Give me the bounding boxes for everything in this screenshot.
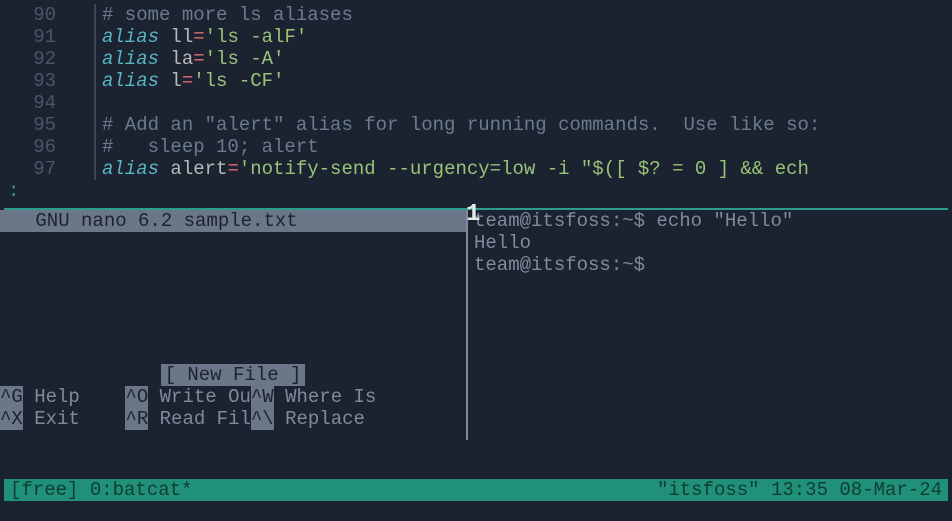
shell-pane[interactable]: 1 team@itsfoss:~$ echo "Hello" Hello tea… [468,210,952,440]
code-line: 90# some more ls aliases [0,4,952,26]
code-line: 96# sleep 10; alert [0,136,952,158]
code-line: 91alias ll='ls -alF' [0,26,952,48]
code-line: 97alias alert='notify-send --urgency=low… [0,158,952,180]
status-left: [free] 0:batcat* [10,479,192,501]
nano-edit-area[interactable] [0,232,466,364]
code-line: 94 [0,92,952,114]
nano-help-row-2: ^X Exit ^R Read Fil^\ Replace [0,408,466,430]
shell-line: team@itsfoss:~$ echo "Hello" [474,210,952,232]
editor-command-prompt[interactable]: : [0,180,952,202]
nano-help-row-1: ^G Help ^O Write Ou^W Where Is [0,386,466,408]
nano-newfile-indicator: [ New File ] [0,364,466,386]
shell-line: Hello [474,232,952,254]
code-line: 93alias l='ls -CF' [0,70,952,92]
code-line: 92alias la='ls -A' [0,48,952,70]
editor-pane[interactable]: 90# some more ls aliases91alias ll='ls -… [0,0,952,202]
code-line: 95# Add an "alert" alias for long runnin… [0,114,952,136]
shell-prompt[interactable]: team@itsfoss:~$ [474,254,952,276]
nano-pane[interactable]: GNU nano 6.2 sample.txt [ New File ] ^G … [0,210,466,440]
pane-number-indicator: 1 [466,204,480,226]
tmux-status-bar[interactable]: [free] 0:batcat* "itsfoss" 13:35 08-Mar-… [4,479,948,501]
status-right: "itsfoss" 13:35 08-Mar-24 [657,479,942,501]
nano-titlebar: GNU nano 6.2 sample.txt [0,210,466,232]
